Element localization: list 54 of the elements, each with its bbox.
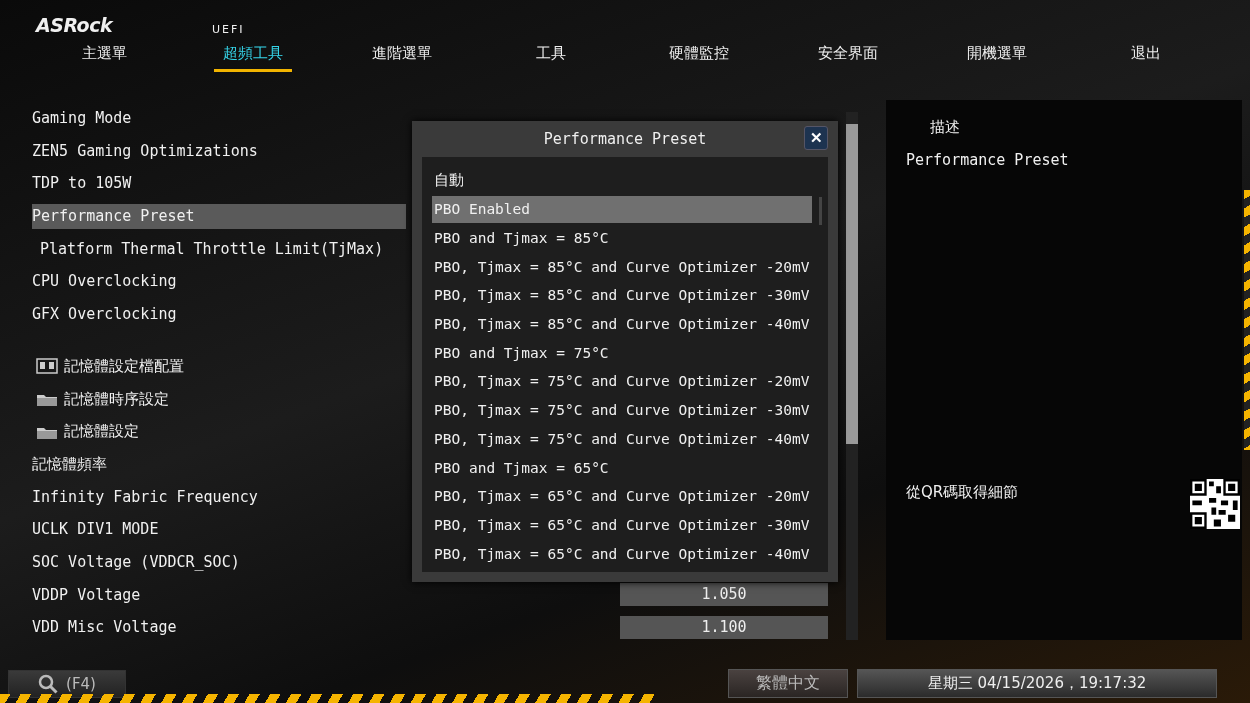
preset-option[interactable]: PBO, Tjmax = 85°C and Curve Optimizer -40mV [432, 309, 812, 339]
preset-option[interactable]: PBO and Tjmax = 85°C [432, 223, 812, 253]
qr-label: 從QR碼取得細節 [906, 483, 1019, 502]
preset-option[interactable]: PBO, Tjmax = 75°C and Curve Optimizer -20mV [432, 367, 812, 396]
setting-item[interactable]: Platform Thermal Throttle Limit(TjMax) [32, 236, 406, 262]
menu-tab[interactable]: 安全界面 [809, 40, 888, 72]
brand-logo: ASRock [36, 14, 113, 36]
search-button[interactable]: (F4) [8, 670, 126, 698]
preset-option[interactable]: PBO, Tjmax = 65°C and Curve Optimizer -20mV [432, 481, 812, 511]
setting-item[interactable]: Infinity Fabric Frequency [32, 484, 406, 510]
dialog-title: Performance Preset [543, 130, 707, 148]
list-scrollbar[interactable] [819, 197, 822, 225]
menu-tab[interactable]: 退出 [1106, 40, 1185, 72]
preset-option[interactable]: PBO and Tjmax = 75°C [432, 338, 812, 368]
preset-option[interactable]: 自動 [432, 166, 812, 195]
menu-tab[interactable]: 主選單 [65, 40, 144, 72]
menu-tab[interactable]: 開機選單 [957, 40, 1036, 72]
setting-item[interactable]: VDDP Voltage [32, 582, 406, 608]
setting-item[interactable]: TDP to 105W [32, 171, 406, 196]
setting-value[interactable]: 1.100 [620, 615, 828, 639]
language-button[interactable]: 繁體中文 [728, 669, 848, 698]
menu-tab[interactable]: 進階選單 [362, 40, 441, 72]
preset-option[interactable]: PBO, Tjmax = 85°C and Curve Optimizer -20mV [432, 252, 812, 282]
setting-item[interactable]: UCLK DIV1 MODE [32, 516, 406, 542]
setting-item[interactable]: 記憶體設定 [32, 419, 406, 445]
setting-item[interactable]: CPU Overclocking [32, 268, 406, 294]
setting-item[interactable]: Gaming Mode [32, 105, 406, 131]
setting-item[interactable]: 記憶體時序設定 [32, 386, 406, 412]
menu-tab[interactable]: 工具 [511, 40, 590, 72]
menu-tab[interactable]: 超頻工具 [214, 40, 293, 72]
setting-item[interactable]: ZEN5 Gaming Optimizations [32, 138, 406, 164]
description-heading: 描述 [930, 118, 961, 137]
preset-option[interactable]: PBO Enabled [432, 195, 812, 223]
close-button[interactable]: ✕ [804, 126, 828, 150]
setting-value[interactable]: 1.050 [620, 583, 828, 607]
menu-tab[interactable]: 硬體監控 [660, 40, 739, 72]
description-text: Performance Preset [906, 151, 1070, 169]
preset-option[interactable]: PBO, Tjmax = 65°C and Curve Optimizer -30mV [432, 510, 812, 540]
setting-item[interactable]: GFX Overclocking [32, 301, 406, 327]
preset-option[interactable]: PBO, Tjmax = 65°C and Curve Optimizer -40mV [432, 539, 812, 568]
preset-option[interactable]: PBO, Tjmax = 85°C and Curve Optimizer -30mV [432, 281, 812, 310]
memory-module-icon [36, 358, 58, 375]
preset-option[interactable]: PBO, Tjmax = 75°C and Curve Optimizer -30mV [432, 395, 812, 425]
setting-item[interactable]: Performance Preset [32, 203, 406, 229]
search-icon [38, 674, 59, 694]
setting-item[interactable]: 記憶體頻率 [32, 451, 406, 477]
date-time: 星期三 04/15/2026，19:17:32 [857, 669, 1217, 698]
preset-option[interactable]: PBO, Tjmax = 75°C and Curve Optimizer -40mV [432, 424, 812, 454]
setting-item[interactable]: SOC Voltage (VDDCR_SOC) [32, 549, 406, 575]
uefi-label: UEFI [212, 23, 245, 36]
setting-item[interactable]: VDD Misc Voltage [32, 614, 406, 640]
scrollbar[interactable] [846, 112, 858, 640]
setting-item[interactable]: 記憶體設定檔配置 [32, 353, 406, 379]
preset-option[interactable]: PBO and Tjmax = 65°C [432, 453, 812, 482]
